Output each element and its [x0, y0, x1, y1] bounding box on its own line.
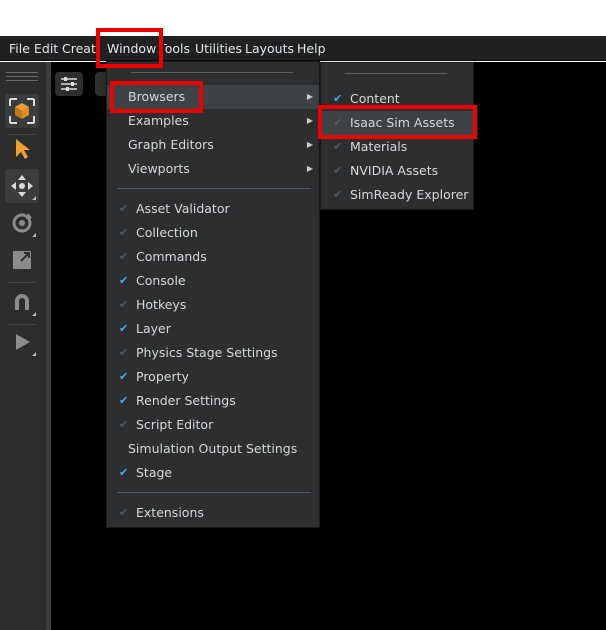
menu-item-viewports[interactable]: Viewports ▶ [107, 157, 319, 181]
menu-item-label: Extensions [136, 505, 204, 520]
menu-bar: File Edit Create Window Tools Utilities … [0, 36, 606, 61]
menu-item-label: Isaac Sim Assets [350, 115, 455, 130]
menu-separator [117, 188, 311, 189]
menu-create[interactable]: Create [62, 36, 96, 61]
check-icon: ✔ [119, 370, 129, 383]
menu-item-label: Script Editor [136, 417, 214, 432]
menu-item-examples[interactable]: Examples ▶ [107, 109, 319, 133]
submenu-arrow-icon: ▶ [306, 116, 313, 125]
snap-magnet-icon[interactable] [5, 285, 39, 319]
menu-item-label: Examples [128, 113, 189, 128]
menu-file[interactable]: File [9, 36, 30, 61]
menu-item-console[interactable]: ✔ Console [107, 269, 319, 293]
menu-item-stage[interactable]: ✔ Stage [107, 461, 319, 485]
menu-item-label: SimReady Explorer [350, 187, 469, 202]
menu-tools[interactable]: Tools [164, 36, 190, 61]
left-toolbar [0, 62, 46, 630]
submenu-item-nvidia-assets[interactable]: ✔ NVIDIA Assets [321, 159, 473, 183]
menu-item-label: Collection [136, 225, 198, 240]
check-icon: ✔ [119, 322, 129, 335]
select-arrow-icon[interactable] [5, 132, 39, 166]
check-icon: ✔ [119, 226, 129, 239]
submenu-arrow-icon: ▶ [306, 92, 313, 101]
menu-item-extensions[interactable]: ✔ Extensions [107, 501, 319, 525]
check-icon: ✔ [333, 188, 343, 201]
menu-tearoff-line[interactable] [131, 72, 293, 73]
submenu-item-materials[interactable]: ✔ Materials [321, 135, 473, 159]
menu-item-render-settings[interactable]: ✔ Render Settings [107, 389, 319, 413]
menu-item-label: Materials [350, 139, 408, 154]
menu-item-property[interactable]: ✔ Property [107, 365, 319, 389]
play-icon[interactable] [5, 325, 39, 359]
menu-item-label: Layer [136, 321, 171, 336]
submenu-item-content[interactable]: ✔ Content [321, 87, 473, 111]
rotate-icon[interactable] [5, 206, 39, 240]
check-icon: ✔ [119, 250, 129, 263]
menu-item-label: Simulation Output Settings [128, 441, 298, 456]
check-icon: ✔ [333, 92, 343, 105]
scale-icon[interactable] [5, 243, 39, 277]
check-icon: ✔ [119, 346, 129, 359]
menu-utilities[interactable]: Utilities [195, 36, 242, 61]
menu-help[interactable]: Help [297, 36, 326, 61]
check-icon: ✔ [333, 164, 343, 177]
menu-item-commands[interactable]: ✔ Commands [107, 245, 319, 269]
submenu-item-simready-explorer[interactable]: ✔ SimReady Explorer [321, 183, 473, 207]
menu-item-label: Stage [136, 465, 173, 480]
menu-layouts[interactable]: Layouts [245, 36, 294, 61]
menu-edit[interactable]: Edit [34, 36, 58, 61]
toolbar-grip[interactable] [6, 72, 38, 73]
top-blank-strip [0, 0, 606, 36]
submenu-arrow-icon: ▶ [306, 164, 313, 173]
check-icon: ✔ [119, 202, 129, 215]
menu-item-browsers[interactable]: Browsers ▶ [107, 85, 319, 109]
menu-item-label: Physics Stage Settings [136, 345, 278, 360]
check-icon: ✔ [333, 140, 343, 153]
menu-item-physics-stage-settings[interactable]: ✔ Physics Stage Settings [107, 341, 319, 365]
menu-item-layer[interactable]: ✔ Layer [107, 317, 319, 341]
select-mode-icon[interactable] [5, 94, 39, 128]
browsers-submenu: ✔ Content ✔ Isaac Sim Assets ✔ Materials… [320, 62, 474, 210]
move-icon[interactable] [5, 169, 39, 203]
check-icon: ✔ [119, 466, 129, 479]
check-icon: ✔ [333, 116, 343, 129]
viewport-settings-icon[interactable] [55, 72, 83, 96]
menu-window[interactable]: Window [107, 36, 156, 61]
submenu-item-isaac-sim-assets[interactable]: ✔ Isaac Sim Assets [321, 111, 473, 135]
menu-item-label: Render Settings [136, 393, 236, 408]
menu-item-collection[interactable]: ✔ Collection [107, 221, 319, 245]
menu-item-script-editor[interactable]: ✔ Script Editor [107, 413, 319, 437]
check-icon: ✔ [119, 298, 129, 311]
menu-item-asset-validator[interactable]: ✔ Asset Validator [107, 197, 319, 221]
menu-item-label: Browsers [128, 89, 186, 104]
menu-item-label: Viewports [128, 161, 190, 176]
menu-item-simulation-output-settings[interactable]: Simulation Output Settings [107, 437, 319, 461]
menu-item-label: Content [350, 91, 400, 106]
check-icon: ✔ [119, 418, 129, 431]
window-menu-dropdown: Browsers ▶ Examples ▶ Graph Editors ▶ Vi… [106, 61, 320, 528]
toolbar-grip[interactable] [6, 76, 38, 77]
submenu-arrow-icon: ▶ [306, 140, 313, 149]
toolbar-grip[interactable] [6, 80, 38, 81]
menu-item-label: Console [136, 273, 186, 288]
menu-item-label: Asset Validator [136, 201, 230, 216]
menu-item-label: Graph Editors [128, 137, 214, 152]
menu-item-label: NVIDIA Assets [350, 163, 439, 178]
check-icon: ✔ [119, 394, 129, 407]
menu-item-graph-editors[interactable]: Graph Editors ▶ [107, 133, 319, 157]
menu-item-hotkeys[interactable]: ✔ Hotkeys [107, 293, 319, 317]
check-icon: ✔ [119, 274, 129, 287]
toolbar-separator [8, 282, 36, 283]
menu-separator [117, 492, 311, 493]
menu-item-label: Commands [136, 249, 207, 264]
check-icon: ✔ [119, 506, 129, 519]
menu-tearoff-line[interactable] [345, 73, 447, 74]
menu-item-label: Property [136, 369, 189, 384]
menu-item-label: Hotkeys [136, 297, 187, 312]
